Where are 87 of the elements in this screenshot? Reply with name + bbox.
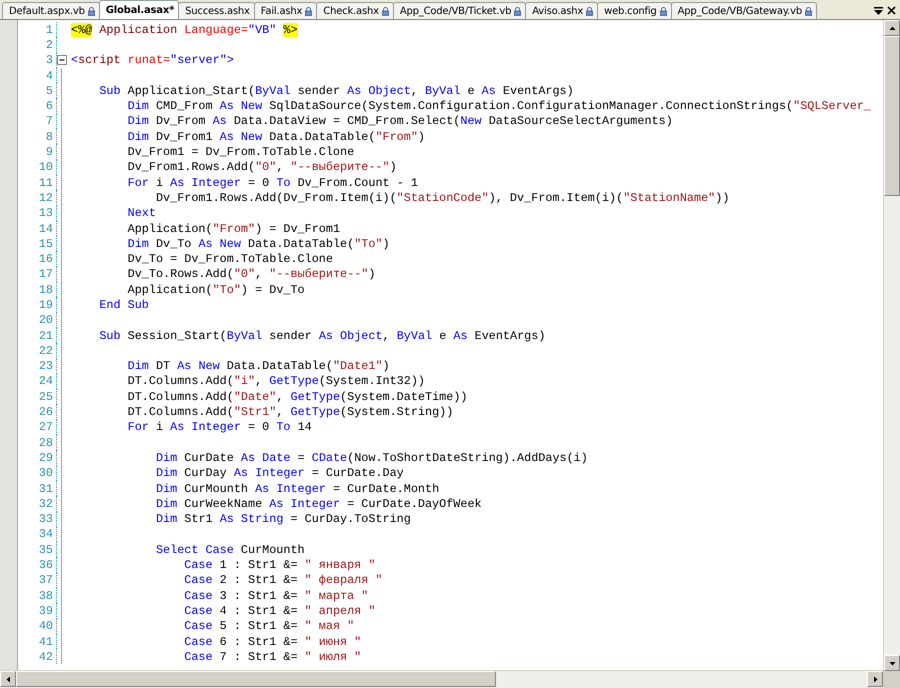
code-line: End Sub [98, 298, 149, 312]
code-line: Dim Dv_To As New Data.DataTable("To") [126, 236, 390, 251]
line-number: 4 [44, 68, 54, 83]
line-number: 28 [38, 436, 54, 450]
code-line: Dv_From1 = Dv_From.ToTable.Clone [126, 145, 354, 160]
code-line: Case 3 : Str1 &= " марта " [183, 588, 368, 603]
line-number: 17 [38, 267, 54, 282]
code-line: Case 1 : Str1 &= " января " [183, 558, 376, 572]
line-number: 32 [38, 496, 54, 511]
code-line: Dv_From1.Rows.Add("0", "--выберите--") [126, 160, 397, 174]
line-number: 41 [38, 634, 54, 649]
line-number: 26 [38, 405, 54, 420]
code-line: Dim Dv_From1 As New Data.DataTable("From") [126, 130, 426, 144]
file-tab[interactable]: Global.asax* [98, 0, 180, 19]
line-number: 21 [38, 328, 54, 343]
line-number: 35 [38, 542, 54, 557]
line-number: 40 [38, 619, 54, 634]
line-number: 37 [38, 573, 54, 588]
code-line: DT.Columns.Add("Date", GetType(System.DateTime)) [126, 390, 468, 404]
code-line: <script runat="server"> [70, 53, 234, 68]
code-line: Application("From") = Dv_From1 [126, 222, 340, 236]
file-tab[interactable]: Fail.ashx [254, 2, 318, 19]
code-line: Dim CMD_From As New SqlDataSource(System.Configuration.ConfigurationManager.ConnectionStrings("SQLServer_ [126, 99, 871, 114]
line-number: 24 [38, 374, 54, 388]
code-line: Sub Application_Start(ByVal sender As Object, ByVal e As EventArgs) [98, 84, 574, 98]
code-line: Case 2 : Str1 &= " февраля " [183, 573, 382, 588]
line-number: 13 [38, 206, 54, 220]
code-line: Dim CurMounth As Integer = CurDate.Month [154, 482, 440, 496]
line-number: 12 [38, 190, 54, 205]
line-number: 2 [44, 38, 54, 52]
file-tab[interactable]: web.config [597, 2, 672, 19]
line-number: 33 [38, 512, 54, 526]
line-number: 6 [44, 99, 54, 114]
line-number: 31 [38, 482, 54, 496]
code-line: Dim CurDay As Integer = CurDate.Day [154, 466, 404, 480]
code-line: Dv_To.Rows.Add("0", "--выберите--") [126, 267, 376, 282]
code-line: Application("To") = Dv_To [126, 282, 305, 297]
line-number: 3 [44, 53, 54, 68]
line-number: 7 [44, 114, 54, 128]
file-tab[interactable]: App_Code/VB/Ticket.vb [392, 2, 526, 19]
line-number: 1 [44, 22, 54, 37]
code-line: Sub Session_Start(ByVal sender As Object, ByVal e As EventArgs) [98, 328, 546, 343]
line-number: 22 [38, 344, 54, 358]
file-tab[interactable]: App_Code/VB/Gateway.vb [670, 2, 817, 19]
file-tab[interactable]: Aviso.ashx [525, 2, 598, 19]
line-number: 42 [38, 650, 54, 664]
line-number: 15 [38, 236, 54, 251]
code-line: Case 5 : Str1 &= " мая " [183, 619, 354, 634]
code-line: Case 6 : Str1 &= " июня " [183, 634, 362, 649]
line-number: 11 [38, 176, 54, 190]
line-number: 23 [38, 359, 54, 374]
code-line: <%@ Application Language="VB" %> [70, 22, 298, 37]
code-line: Dim Dv_From As Data.DataView = CMD_From.Select(New DataSourceSelectArguments) [126, 114, 673, 128]
line-number: 20 [38, 313, 54, 328]
line-number: 19 [38, 298, 54, 312]
file-tab[interactable]: Default.aspx.vb [2, 2, 100, 19]
code-line: Dim CurDate As Date = CDate(Now.ToShortDateString).AddDays(i) [154, 450, 588, 465]
line-number: 16 [38, 252, 54, 266]
code-line: Dim Str1 As String = CurDay.ToString [154, 512, 411, 526]
code-line: Dim CurWeekName As Integer = CurDate.DayOfWeek [154, 496, 482, 511]
code-line: Case 4 : Str1 &= " апреля " [183, 604, 376, 618]
code-line: DT.Columns.Add("Str1", GetType(System.String)) [126, 405, 454, 420]
line-number: 18 [38, 282, 54, 297]
line-number: 36 [38, 558, 54, 572]
line-number: 14 [38, 222, 54, 236]
line-number: 30 [38, 466, 54, 480]
line-number: 5 [44, 84, 54, 98]
line-number: 25 [38, 390, 54, 404]
file-tab[interactable]: Check.ashx [316, 2, 394, 19]
code-line: For i As Integer = 0 To 14 [126, 420, 312, 434]
code-line: For i As Integer = 0 To Dv_From.Count - 1 [126, 176, 418, 190]
file-tab[interactable]: Success.ashx [178, 2, 255, 19]
line-number: 27 [38, 420, 54, 434]
code-line: Next [126, 206, 156, 220]
line-number: 10 [38, 160, 54, 174]
line-number: 29 [38, 450, 54, 465]
code-line: Dim DT As New Data.DataTable("Date1") [126, 359, 390, 374]
code-line: Select Case CurMounth [154, 542, 305, 557]
code-line: Dv_From1.Rows.Add(Dv_From.Item(i)("StationCode"), Dv_From.Item(i)("StationName")) [154, 190, 730, 205]
code-line: Dv_To = Dv_From.ToTable.Clone [126, 252, 333, 266]
code-line: Case 7 : Str1 &= " июля " [183, 650, 362, 664]
line-number: 38 [38, 588, 54, 603]
line-number: 34 [38, 527, 54, 542]
line-number: 8 [44, 130, 54, 144]
line-number: 39 [38, 604, 54, 618]
line-number: 9 [44, 145, 54, 160]
code-line: DT.Columns.Add("i", GetType(System.Int32)) [126, 374, 426, 388]
